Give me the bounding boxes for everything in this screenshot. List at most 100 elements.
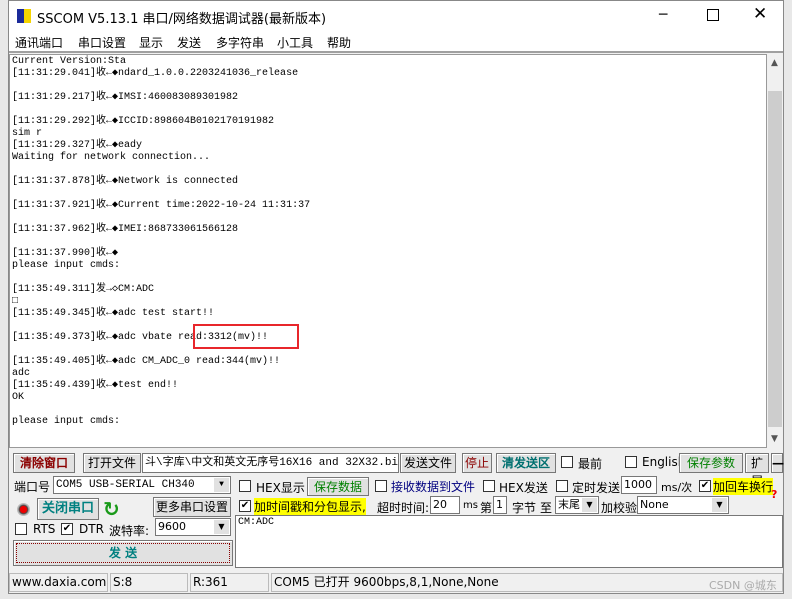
scroll-down-icon[interactable]: ▼ xyxy=(771,434,778,444)
dtr-checkbox[interactable]: ✔ xyxy=(61,523,73,535)
chevron-down-icon[interactable]: ▼ xyxy=(712,498,727,512)
status-sent: S:8 xyxy=(110,573,188,592)
checksum-value: None xyxy=(640,498,669,511)
baud-label: 波特率: xyxy=(109,524,150,538)
hex-display-checkbox[interactable] xyxy=(239,480,251,492)
menu-port-settings[interactable]: 串口设置 xyxy=(78,34,126,51)
port-value: COM5 USB-SERIAL CH340 xyxy=(56,479,195,491)
app-logo-icon xyxy=(17,9,31,23)
to-label: 至 xyxy=(540,501,553,515)
status-recv: R:361 xyxy=(190,573,269,592)
scroll-up-icon[interactable]: ▲ xyxy=(771,58,778,68)
hex-send-label: HEX发送 xyxy=(499,481,548,495)
log-line: [11:35:49.373]收←◆adc vbate read:3312(mv)… xyxy=(12,332,269,343)
send-file-button[interactable]: 发送文件 xyxy=(400,453,456,473)
clear-window-button[interactable]: 清除窗口 xyxy=(13,453,75,473)
highlight-box xyxy=(193,324,299,349)
save-data-button[interactable]: 保存数据 xyxy=(307,477,369,496)
rts-checkbox[interactable] xyxy=(15,523,27,535)
status-site: www.daxia.com xyxy=(9,573,108,592)
help-icon[interactable]: ? xyxy=(771,488,777,501)
dtr-label: DTR xyxy=(79,522,104,536)
log-line: [11:31:37.921]收←◆Current time:2022-10-24… xyxy=(12,200,311,211)
hex-display-label: HEX显示 xyxy=(256,481,305,495)
maximize-button[interactable] xyxy=(707,9,719,21)
menu-tools[interactable]: 小工具 xyxy=(277,34,313,51)
port-select[interactable]: COM5 USB-SERIAL CH340 ▼ xyxy=(53,476,231,494)
end-select[interactable]: 末尾 ▼ xyxy=(555,496,599,514)
menu-help[interactable]: 帮助 xyxy=(327,34,351,51)
rts-label: RTS xyxy=(33,522,56,536)
refresh-icon[interactable]: ↻ xyxy=(103,497,120,521)
interval-input[interactable]: 1000 xyxy=(621,476,657,494)
add-crlf-checkbox[interactable]: ✔ xyxy=(699,480,711,492)
log-line: [11:31:37.878]收←◆Network is connected xyxy=(12,176,239,187)
log-scrollbar[interactable]: ▲ ▼ xyxy=(767,54,783,448)
recv-to-file-checkbox[interactable] xyxy=(375,480,387,492)
collapse-button[interactable]: — xyxy=(771,453,784,473)
log-line: [11:35:49.439]收←◆test end!! xyxy=(12,380,179,391)
recv-to-file-label: 接收数据到文件 xyxy=(391,480,476,494)
chevron-down-icon[interactable]: ▼ xyxy=(582,498,597,512)
save-params-button[interactable]: 保存参数 xyxy=(679,453,743,473)
byte-from-label: 第 xyxy=(480,501,493,515)
minimize-button[interactable]: ─ xyxy=(659,7,667,23)
log-line: [11:35:49.311]发→◇CM:ADC xyxy=(12,284,155,295)
menu-comm-port[interactable]: 通讯端口 xyxy=(15,34,63,51)
more-port-settings-button[interactable]: 更多串口设置 xyxy=(153,497,231,517)
hex-send-checkbox[interactable] xyxy=(483,480,495,492)
log-line: □ xyxy=(12,296,19,307)
checksum-label: 加校验 xyxy=(601,501,638,515)
window-title: SSCOM V5.13.1 串口/网络数据调试器(最新版本) xyxy=(37,12,327,27)
log-line: [11:31:29.327]收←◆eady xyxy=(12,140,143,151)
file-path-input[interactable]: 斗\字库\中文和英文无序号16X16 and 32X32.bin xyxy=(142,453,399,473)
menu-multi-string[interactable]: 多字符串 xyxy=(216,34,264,51)
expand-button[interactable]: 扩展 xyxy=(745,453,769,488)
log-line: [11:31:29.292]收←◆ICCID:898604B0102170191… xyxy=(12,116,275,127)
topmost-checkbox[interactable] xyxy=(561,456,573,468)
menu-send[interactable]: 发送 xyxy=(177,34,201,51)
close-port-button[interactable]: 关闭串口 xyxy=(37,498,99,520)
log-line: [11:31:37.990]收←◆ xyxy=(12,248,119,259)
port-label: 端口号 xyxy=(14,480,51,494)
close-button[interactable]: ✕ xyxy=(753,4,767,24)
scroll-thumb[interactable] xyxy=(768,91,782,427)
open-file-button[interactable]: 打开文件 xyxy=(83,453,141,473)
timestamp-label: 加时间戳和分包显示, xyxy=(254,498,366,515)
timed-send-checkbox[interactable] xyxy=(556,480,568,492)
stop-button[interactable]: 停止 xyxy=(462,453,492,473)
baud-value: 9600 xyxy=(158,520,186,533)
checksum-select[interactable]: None ▼ xyxy=(637,496,729,514)
byte-no-input[interactable]: 1 xyxy=(493,496,507,514)
timeout-input[interactable]: 20 xyxy=(430,496,460,514)
add-crlf-label: 加回车换行 xyxy=(713,478,774,495)
byte-unit-label: 字节 xyxy=(512,501,537,515)
timestamp-checkbox[interactable]: ✔ xyxy=(239,500,251,512)
send-button[interactable]: 发 送 xyxy=(13,540,233,566)
chevron-down-icon[interactable]: ▼ xyxy=(214,478,229,492)
sscom-window: SSCOM V5.13.1 串口/网络数据调试器(最新版本) ─ ✕ 通讯端口 … xyxy=(8,0,784,594)
timeout-unit: ms xyxy=(463,500,478,511)
log-line: Waiting for network connection... xyxy=(12,152,211,163)
timed-send-label: 定时发送: xyxy=(572,481,625,495)
log-line: sim r xyxy=(12,128,43,139)
log-line: Current Version:Sta xyxy=(12,56,127,67)
send-textarea[interactable]: CM:ADC xyxy=(235,515,783,568)
clear-send-button[interactable]: 清发送区 xyxy=(496,453,556,473)
receive-log[interactable]: Current Version:Sta [11:31:29.041]收←◆ndar… xyxy=(9,54,767,448)
timeout-label: 超时时间: xyxy=(377,501,430,515)
baud-select[interactable]: 9600 ▼ xyxy=(155,518,231,536)
chevron-down-icon[interactable]: ▼ xyxy=(214,520,229,534)
menu-display[interactable]: 显示 xyxy=(139,34,163,51)
watermark: CSDN @城东 xyxy=(709,579,777,592)
title-bar: SSCOM V5.13.1 串口/网络数据调试器(最新版本) ─ ✕ xyxy=(9,1,783,31)
english-checkbox[interactable] xyxy=(625,456,637,468)
